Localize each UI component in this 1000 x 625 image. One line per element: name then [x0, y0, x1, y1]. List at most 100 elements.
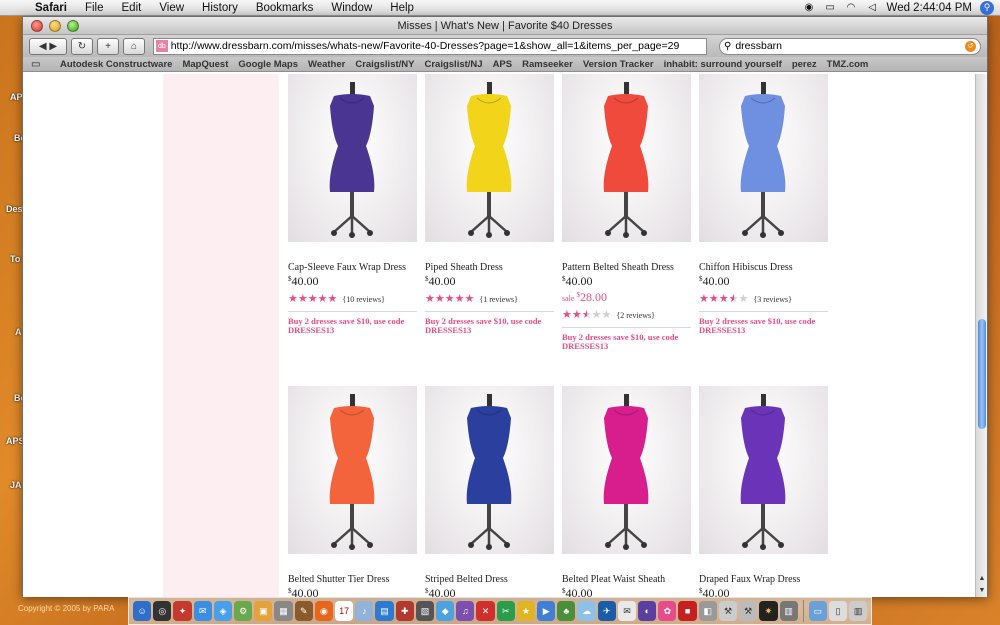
desktop-icon-label[interactable]: To [10, 254, 20, 264]
app-icon[interactable]: ♫ [456, 601, 475, 621]
product-image[interactable] [699, 74, 828, 242]
bookmarks-book-icon[interactable]: ▭ [31, 59, 45, 70]
bookmark-item[interactable]: inhabit: surround yourself [659, 59, 787, 70]
app-icon[interactable]: ♣ [557, 601, 576, 621]
app-icon[interactable]: ▣ [254, 601, 273, 621]
finder-icon[interactable]: ☺ [133, 601, 152, 621]
app-icon[interactable]: ⚒ [718, 601, 738, 621]
app-icon[interactable]: ✕ [476, 601, 495, 621]
bookmark-item[interactable]: Ramseeker [517, 59, 578, 70]
zoom-button[interactable] [67, 19, 79, 32]
desktop-icon-label[interactable]: A [15, 327, 22, 337]
app-icon[interactable]: ☁ [577, 601, 596, 621]
promo-text[interactable]: Buy 2 dresses save $10, use code DRESSES… [425, 317, 555, 335]
app-icon[interactable]: ◐ [638, 601, 657, 621]
product-card[interactable]: Belted Pleat Waist Sheath $40.00 [562, 386, 692, 597]
bookmark-item[interactable]: perez [787, 59, 822, 70]
product-name[interactable]: Pattern Belted Sheath Dress [562, 262, 692, 273]
menu-history[interactable]: History [193, 2, 247, 14]
ical-icon[interactable]: 17 [335, 601, 354, 621]
reviews-link[interactable]: {1 reviews} [479, 295, 518, 304]
product-card[interactable]: Piped Sheath Dress $40.00 ★ ★ ★ ★ ★ {1 revie… [425, 74, 555, 335]
wifi-icon[interactable]: ◠ [845, 2, 858, 13]
snapback-icon[interactable]: ↺ [965, 40, 976, 52]
app-icon[interactable]: ✿ [658, 601, 677, 621]
safari-icon[interactable]: ◈ [213, 601, 233, 621]
reviews-link[interactable]: {2 reviews} [616, 311, 655, 320]
folder-icon[interactable]: ▭ [808, 601, 827, 621]
product-name[interactable]: Piped Sheath Dress [425, 262, 555, 273]
bookmark-item[interactable]: Autodesk Constructware [55, 59, 177, 70]
bookmark-item[interactable]: Google Maps [233, 59, 303, 70]
promo-text[interactable]: Buy 2 dresses save $10, use code DRESSES… [699, 317, 829, 335]
vertical-scrollbar[interactable]: ▲ ▼ [975, 74, 987, 597]
app-icon[interactable]: ▧ [415, 601, 435, 621]
reviews-link[interactable]: {3 reviews} [753, 295, 792, 304]
menu-file[interactable]: File [76, 2, 113, 14]
app-icon[interactable]: ⚒ [739, 601, 758, 621]
calculator-icon[interactable]: ▦ [274, 601, 293, 621]
scroll-up-arrow-icon[interactable]: ▲ [976, 573, 988, 585]
status-app-icon[interactable]: ◉ [803, 2, 816, 13]
product-image[interactable] [562, 74, 691, 242]
bookmark-item[interactable]: TMZ.com [822, 59, 874, 70]
menu-bookmarks[interactable]: Bookmarks [247, 2, 323, 14]
scroll-down-arrow-icon[interactable]: ▼ [976, 585, 988, 597]
app-icon[interactable]: ▥ [779, 601, 798, 621]
app-icon[interactable]: ✷ [759, 601, 778, 621]
dashboard-icon[interactable]: ◎ [153, 601, 172, 621]
product-image[interactable] [562, 386, 691, 554]
search-input[interactable] [735, 40, 965, 52]
product-image[interactable] [288, 386, 417, 554]
app-icon[interactable]: ⚙ [234, 601, 253, 621]
display-icon[interactable]: ▭ [824, 2, 837, 13]
product-image[interactable] [699, 386, 828, 554]
desktop-icon-label[interactable]: JA [10, 480, 22, 490]
document-icon[interactable]: ▯ [828, 601, 848, 621]
search-field[interactable]: ⚲ ↺ [719, 37, 981, 55]
title-bar[interactable]: Misses | What's New | Favorite $40 Dress… [23, 17, 987, 35]
app-icon[interactable]: ◆ [436, 601, 455, 621]
product-image[interactable] [425, 386, 554, 554]
product-card[interactable]: Striped Belted Dress $40.00 [425, 386, 555, 597]
app-icon[interactable]: ✂ [496, 601, 515, 621]
bookmark-item[interactable]: APS [488, 59, 518, 70]
product-name[interactable]: Belted Shutter Tier Dress [288, 574, 418, 585]
product-name[interactable]: Striped Belted Dress [425, 574, 555, 585]
app-icon[interactable]: ★ [516, 601, 536, 621]
bookmark-item[interactable]: Version Tracker [578, 59, 659, 70]
home-button[interactable]: ⌂ [123, 37, 145, 55]
bookmark-item[interactable]: Weather [303, 59, 350, 70]
product-card[interactable]: Belted Shutter Tier Dress $40.00 [288, 386, 418, 597]
product-image[interactable] [288, 74, 417, 242]
bookmark-item[interactable]: MapQuest [177, 59, 233, 70]
product-card[interactable]: Draped Faux Wrap Dress $40.00 [699, 386, 829, 597]
product-name[interactable]: Cap-Sleeve Faux Wrap Dress [288, 262, 418, 273]
reviews-link[interactable]: {10 reviews} [342, 295, 385, 304]
product-name[interactable]: Draped Faux Wrap Dress [699, 574, 829, 585]
minimize-button[interactable] [49, 19, 61, 32]
menu-edit[interactable]: Edit [113, 2, 151, 14]
reload-button[interactable]: ↻ [71, 37, 93, 55]
spotlight-icon[interactable]: ⚲ [980, 0, 994, 15]
volume-icon[interactable]: ◁ [866, 2, 879, 13]
trash-icon[interactable]: ▥ [849, 601, 868, 621]
menu-help[interactable]: Help [381, 2, 423, 14]
back-forward-buttons[interactable]: ◀ ▶ [29, 37, 67, 55]
product-name[interactable]: Belted Pleat Waist Sheath [562, 574, 692, 585]
add-bookmark-button[interactable]: + [97, 37, 119, 55]
product-card[interactable]: Cap-Sleeve Faux Wrap Dress $40.00 ★ ★ ★ ★ ★ … [288, 74, 418, 335]
app-icon[interactable]: ♪ [355, 601, 374, 621]
app-icon[interactable]: ▤ [375, 601, 394, 621]
promo-text[interactable]: Buy 2 dresses save $10, use code DRESSES… [562, 333, 692, 351]
app-icon[interactable]: ▶ [537, 601, 556, 621]
app-icon[interactable]: ◧ [698, 601, 717, 621]
ichat-icon[interactable]: ✉ [193, 601, 212, 621]
menu-clock[interactable]: Wed 2:44:04 PM [887, 2, 972, 14]
product-card[interactable]: Pattern Belted Sheath Dress $40.00 sale $… [562, 74, 692, 351]
desktop-icon-label[interactable]: Des [6, 204, 23, 214]
app-icon[interactable]: ✉ [617, 601, 637, 621]
address-bar[interactable]: db [153, 37, 707, 55]
app-icon[interactable]: ✚ [395, 601, 414, 621]
promo-text[interactable]: Buy 2 dresses save $10, use code DRESSES… [288, 317, 418, 335]
